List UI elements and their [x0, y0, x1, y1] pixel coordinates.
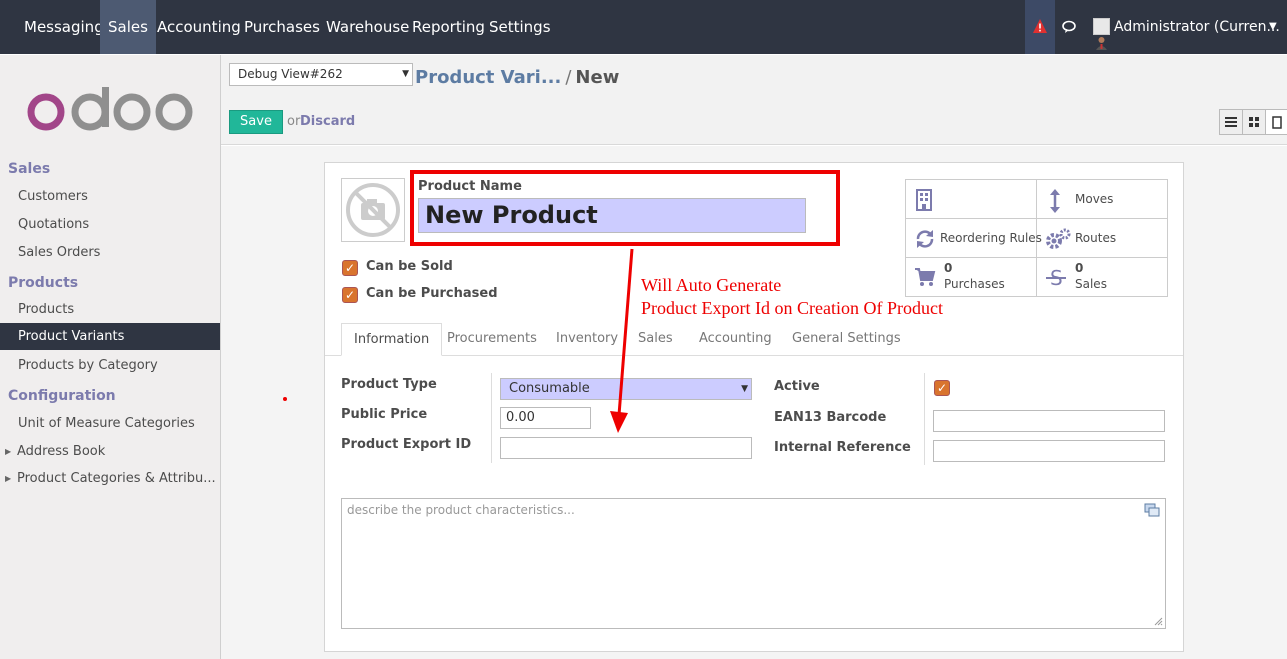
sidebar-section-sales: Sales — [8, 161, 51, 177]
view-switcher — [1219, 109, 1287, 135]
list-icon — [1225, 117, 1237, 127]
breadcrumb-current: New — [575, 67, 620, 88]
menu-reporting[interactable]: Reporting — [404, 0, 493, 54]
grid-icon — [1249, 117, 1259, 127]
annotation-arrow — [610, 248, 634, 433]
sidebar-section-products: Products — [8, 275, 79, 291]
form-sheet: Product Name New Product ✓ Can be Sold ✓… — [324, 162, 1184, 652]
user-name: Administrator (Curren... — [1114, 19, 1280, 35]
avatar — [1093, 18, 1110, 50]
chat-icon[interactable] — [1062, 19, 1078, 35]
caret-down-icon: ▼ — [1269, 21, 1277, 32]
sidebar-item-sales-orders[interactable]: Sales Orders — [0, 239, 220, 266]
sidebar: Sales Customers Quotations Sales Orders … — [0, 55, 221, 659]
alert-triangle-icon — [1033, 19, 1047, 33]
control-panel: Debug View#262 ▼ Product Vari... / New Sav… — [221, 55, 1287, 145]
menu-accounting[interactable]: Accounting — [149, 0, 249, 54]
discard-button[interactable]: Discard — [300, 114, 355, 129]
menu-warehouse[interactable]: Warehouse — [318, 0, 417, 54]
breadcrumb: Product Vari... / New — [415, 67, 619, 88]
alert-button[interactable] — [1025, 0, 1055, 54]
debug-view-select[interactable]: Debug View#262 ▼ — [229, 63, 413, 86]
form-icon — [1272, 115, 1282, 129]
top-navbar: Messaging Sales Accounting Purchases War… — [0, 0, 1287, 54]
breadcrumb-link[interactable]: Product Vari... — [415, 67, 561, 88]
menu-purchases[interactable]: Purchases — [236, 0, 328, 54]
sidebar-item-customers[interactable]: Customers — [0, 183, 220, 210]
red-dot — [283, 397, 287, 401]
menu-sales[interactable]: Sales — [100, 0, 156, 54]
breadcrumb-separator: / — [565, 67, 572, 88]
sidebar-item-product-categories[interactable]: Product Categories & Attribu... — [0, 465, 220, 492]
save-button[interactable]: Save — [229, 110, 283, 134]
sidebar-item-products[interactable]: Products — [0, 296, 220, 323]
sidebar-item-uom-categories[interactable]: Unit of Measure Categories — [0, 410, 220, 437]
form-view-button[interactable] — [1266, 110, 1287, 134]
sidebar-item-quotations[interactable]: Quotations — [0, 211, 220, 238]
menu-settings[interactable]: Settings — [481, 0, 559, 54]
odoo-logo — [27, 87, 193, 131]
sidebar-item-product-variants[interactable]: Product Variants — [0, 323, 220, 350]
or-text: or — [287, 114, 301, 129]
caret-down-icon: ▼ — [402, 69, 409, 79]
sidebar-item-products-by-category[interactable]: Products by Category — [0, 352, 220, 379]
debug-view-value: Debug View#262 — [238, 67, 343, 81]
kanban-view-button[interactable] — [1243, 110, 1266, 134]
sidebar-section-configuration: Configuration — [8, 388, 116, 404]
menu-messaging[interactable]: Messaging — [16, 0, 112, 54]
form-content: Product Name New Product ✓ Can be Sold ✓… — [221, 146, 1287, 659]
sidebar-item-address-book[interactable]: Address Book — [0, 438, 220, 465]
list-view-button[interactable] — [1220, 110, 1243, 134]
